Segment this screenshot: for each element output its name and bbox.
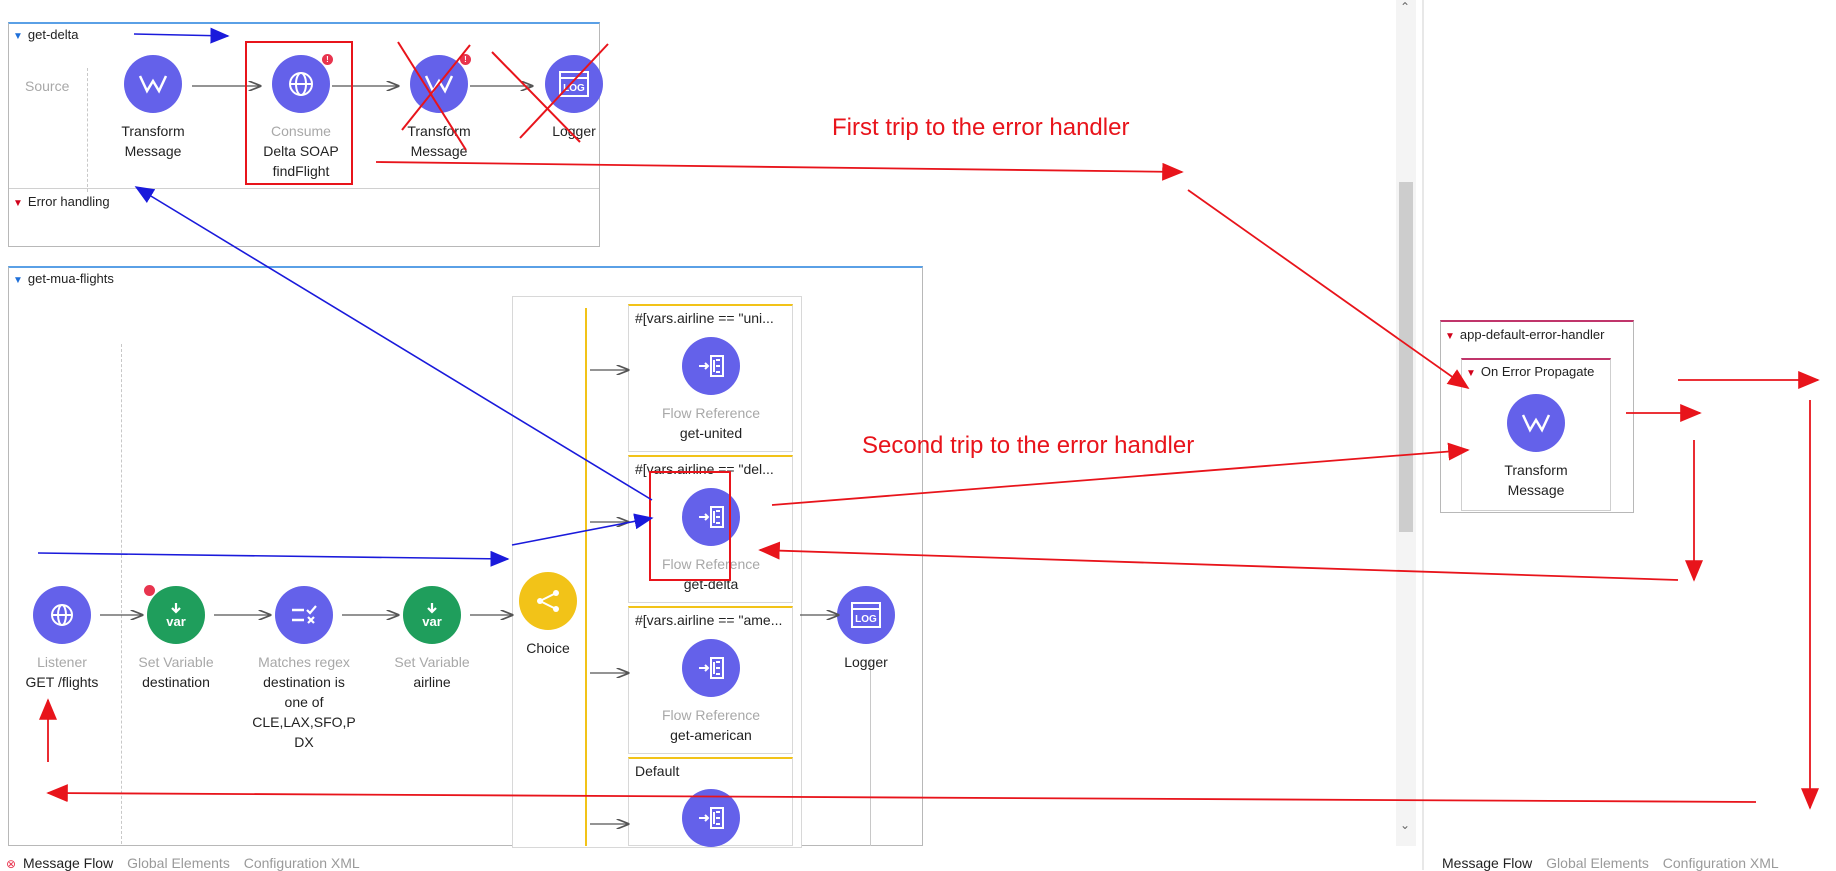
node-label: Logger	[844, 654, 888, 670]
svg-text:var: var	[422, 614, 442, 629]
vertical-scrollbar[interactable]: ⌃ ⌄	[1396, 0, 1416, 846]
tab-global-elements[interactable]: Global Elements	[1546, 855, 1649, 871]
breakpoint-dot-icon[interactable]	[143, 584, 156, 597]
annotation-first-trip: First trip to the error handler	[832, 114, 1130, 141]
node-flow-ref-default[interactable]	[626, 789, 796, 855]
node-label: destination	[142, 674, 210, 690]
node-category: Consume	[271, 123, 331, 139]
flow-reference-icon	[682, 789, 740, 847]
source-divider	[87, 68, 88, 192]
node-category: Matches regex	[258, 654, 350, 670]
node-category: Set Variable	[394, 654, 470, 670]
node-label: get-american	[670, 727, 752, 743]
error-handling-section[interactable]: ▼ Error handling	[13, 194, 110, 209]
scroll-down-icon[interactable]: ⌄	[1400, 818, 1410, 832]
node-flow-ref-get-american[interactable]: Flow Reference get-american	[626, 639, 796, 745]
node-label: Transform Message	[1504, 462, 1568, 498]
set-variable-icon: var	[403, 586, 461, 644]
tab-configuration-xml[interactable]: Configuration XML	[1663, 855, 1779, 871]
node-transform-message-1[interactable]: Transform Message	[93, 55, 213, 161]
tab-bar-left: ⊗ Message Flow Global Elements Configura…	[6, 855, 370, 871]
on-error-propagate-label: On Error Propagate	[1480, 364, 1595, 379]
node-label: destination is one of CLE,LAX,SFO,P DX	[252, 674, 356, 750]
logger-icon: LOG	[837, 586, 895, 644]
node-logger-main[interactable]: LOG Logger	[806, 586, 926, 672]
error-badge-icon: !	[459, 53, 472, 66]
tab-configuration-xml[interactable]: Configuration XML	[244, 855, 360, 871]
node-set-variable-destination[interactable]: var Set Variable destination	[116, 584, 236, 692]
tab-bar-right: Message Flow Global Elements Configurati…	[1442, 855, 1789, 871]
set-variable-icon: var	[143, 584, 205, 644]
on-error-propagate-title[interactable]: ▼ On Error Propagate	[1466, 364, 1594, 379]
node-flow-ref-get-delta[interactable]: Flow Reference get-delta	[626, 488, 796, 594]
node-flow-ref-get-united[interactable]: Flow Reference get-united	[626, 337, 796, 443]
node-label: airline	[413, 674, 451, 690]
svg-text:LOG: LOG	[855, 614, 877, 625]
error-handler-title-text: app-default-error-handler	[1459, 327, 1605, 342]
route-condition: #[vars.airline == "del...	[635, 461, 774, 477]
node-label: Transform Message	[121, 123, 185, 159]
scrollbar-thumb[interactable]	[1399, 182, 1413, 532]
editor-divider	[1422, 0, 1424, 870]
node-consume-delta-soap[interactable]: ! Consume Delta SOAP findFlight	[241, 53, 361, 181]
choice-router-icon	[519, 572, 577, 630]
node-label: get-united	[679, 425, 743, 441]
node-category: Listener	[37, 654, 87, 670]
error-handling-divider	[9, 188, 599, 189]
error-handling-label: Error handling	[27, 194, 110, 209]
node-label: Delta SOAP findFlight	[263, 143, 339, 179]
scroll-up-icon[interactable]: ⌃	[1400, 0, 1410, 14]
tab-global-elements[interactable]: Global Elements	[127, 855, 230, 871]
web-service-consumer-icon: !	[272, 53, 334, 113]
node-category: Flow Reference	[661, 707, 761, 723]
error-handler-title[interactable]: ▼ app-default-error-handler	[1445, 327, 1604, 342]
flow-title-text: get-delta	[27, 27, 79, 42]
node-label: Choice	[526, 640, 570, 656]
node-set-variable-airline[interactable]: var Set Variable airline	[372, 586, 492, 692]
logger-vertical-line	[870, 660, 871, 846]
flow-reference-icon	[682, 337, 740, 395]
flow-reference-icon	[682, 488, 740, 546]
logger-icon: LOG	[545, 55, 603, 113]
flow-title-get-delta[interactable]: ▼ get-delta	[13, 27, 79, 42]
source-label: Source	[25, 78, 70, 94]
error-badge-icon: !	[321, 53, 334, 66]
node-logger-get-delta[interactable]: LOG Logger	[514, 55, 634, 141]
tab-message-flow[interactable]: Message Flow	[23, 855, 113, 871]
node-label: Logger	[552, 123, 596, 139]
node-category: Flow Reference	[661, 405, 761, 421]
flow-title-text: get-mua-flights	[27, 271, 114, 286]
node-transform-message-error[interactable]: Transform Message	[1476, 394, 1596, 500]
tab-message-flow[interactable]: Message Flow	[1442, 855, 1532, 871]
flow-reference-icon	[682, 639, 740, 697]
collapse-triangle-icon[interactable]: ▼	[1466, 368, 1476, 379]
http-listener-icon	[33, 586, 91, 644]
svg-text:LOG: LOG	[563, 83, 585, 94]
route-condition: Default	[635, 763, 680, 779]
collapse-triangle-icon[interactable]: ▼	[13, 275, 23, 286]
svg-text:var: var	[166, 614, 186, 629]
error-status-icon: ⊗	[6, 857, 17, 871]
node-transform-message-2[interactable]: ! Transform Message	[379, 53, 499, 161]
transform-message-icon: !	[410, 53, 472, 113]
node-choice-router[interactable]: Choice	[488, 572, 608, 658]
node-label: GET /flights	[25, 674, 99, 690]
node-category: Set Variable	[138, 654, 214, 670]
collapse-triangle-icon[interactable]: ▼	[13, 198, 23, 209]
annotation-second-trip: Second trip to the error handler	[862, 432, 1195, 459]
node-label: get-delta	[683, 576, 739, 592]
transform-message-icon	[124, 55, 182, 113]
collapse-triangle-icon[interactable]: ▼	[1445, 331, 1455, 342]
node-category: Flow Reference	[661, 556, 761, 572]
flow-title-get-mua-flights[interactable]: ▼ get-mua-flights	[13, 271, 114, 286]
node-http-listener[interactable]: Listener GET /flights	[2, 586, 122, 692]
node-label: Transform Message	[407, 123, 471, 159]
validation-icon	[275, 586, 333, 644]
route-condition: #[vars.airline == "uni...	[635, 310, 774, 326]
collapse-triangle-icon[interactable]: ▼	[13, 31, 23, 42]
transform-message-icon	[1507, 394, 1565, 452]
route-condition: #[vars.airline == "ame...	[635, 612, 783, 628]
node-validation-matches-regex[interactable]: Matches regex destination is one of CLE,…	[244, 586, 364, 752]
